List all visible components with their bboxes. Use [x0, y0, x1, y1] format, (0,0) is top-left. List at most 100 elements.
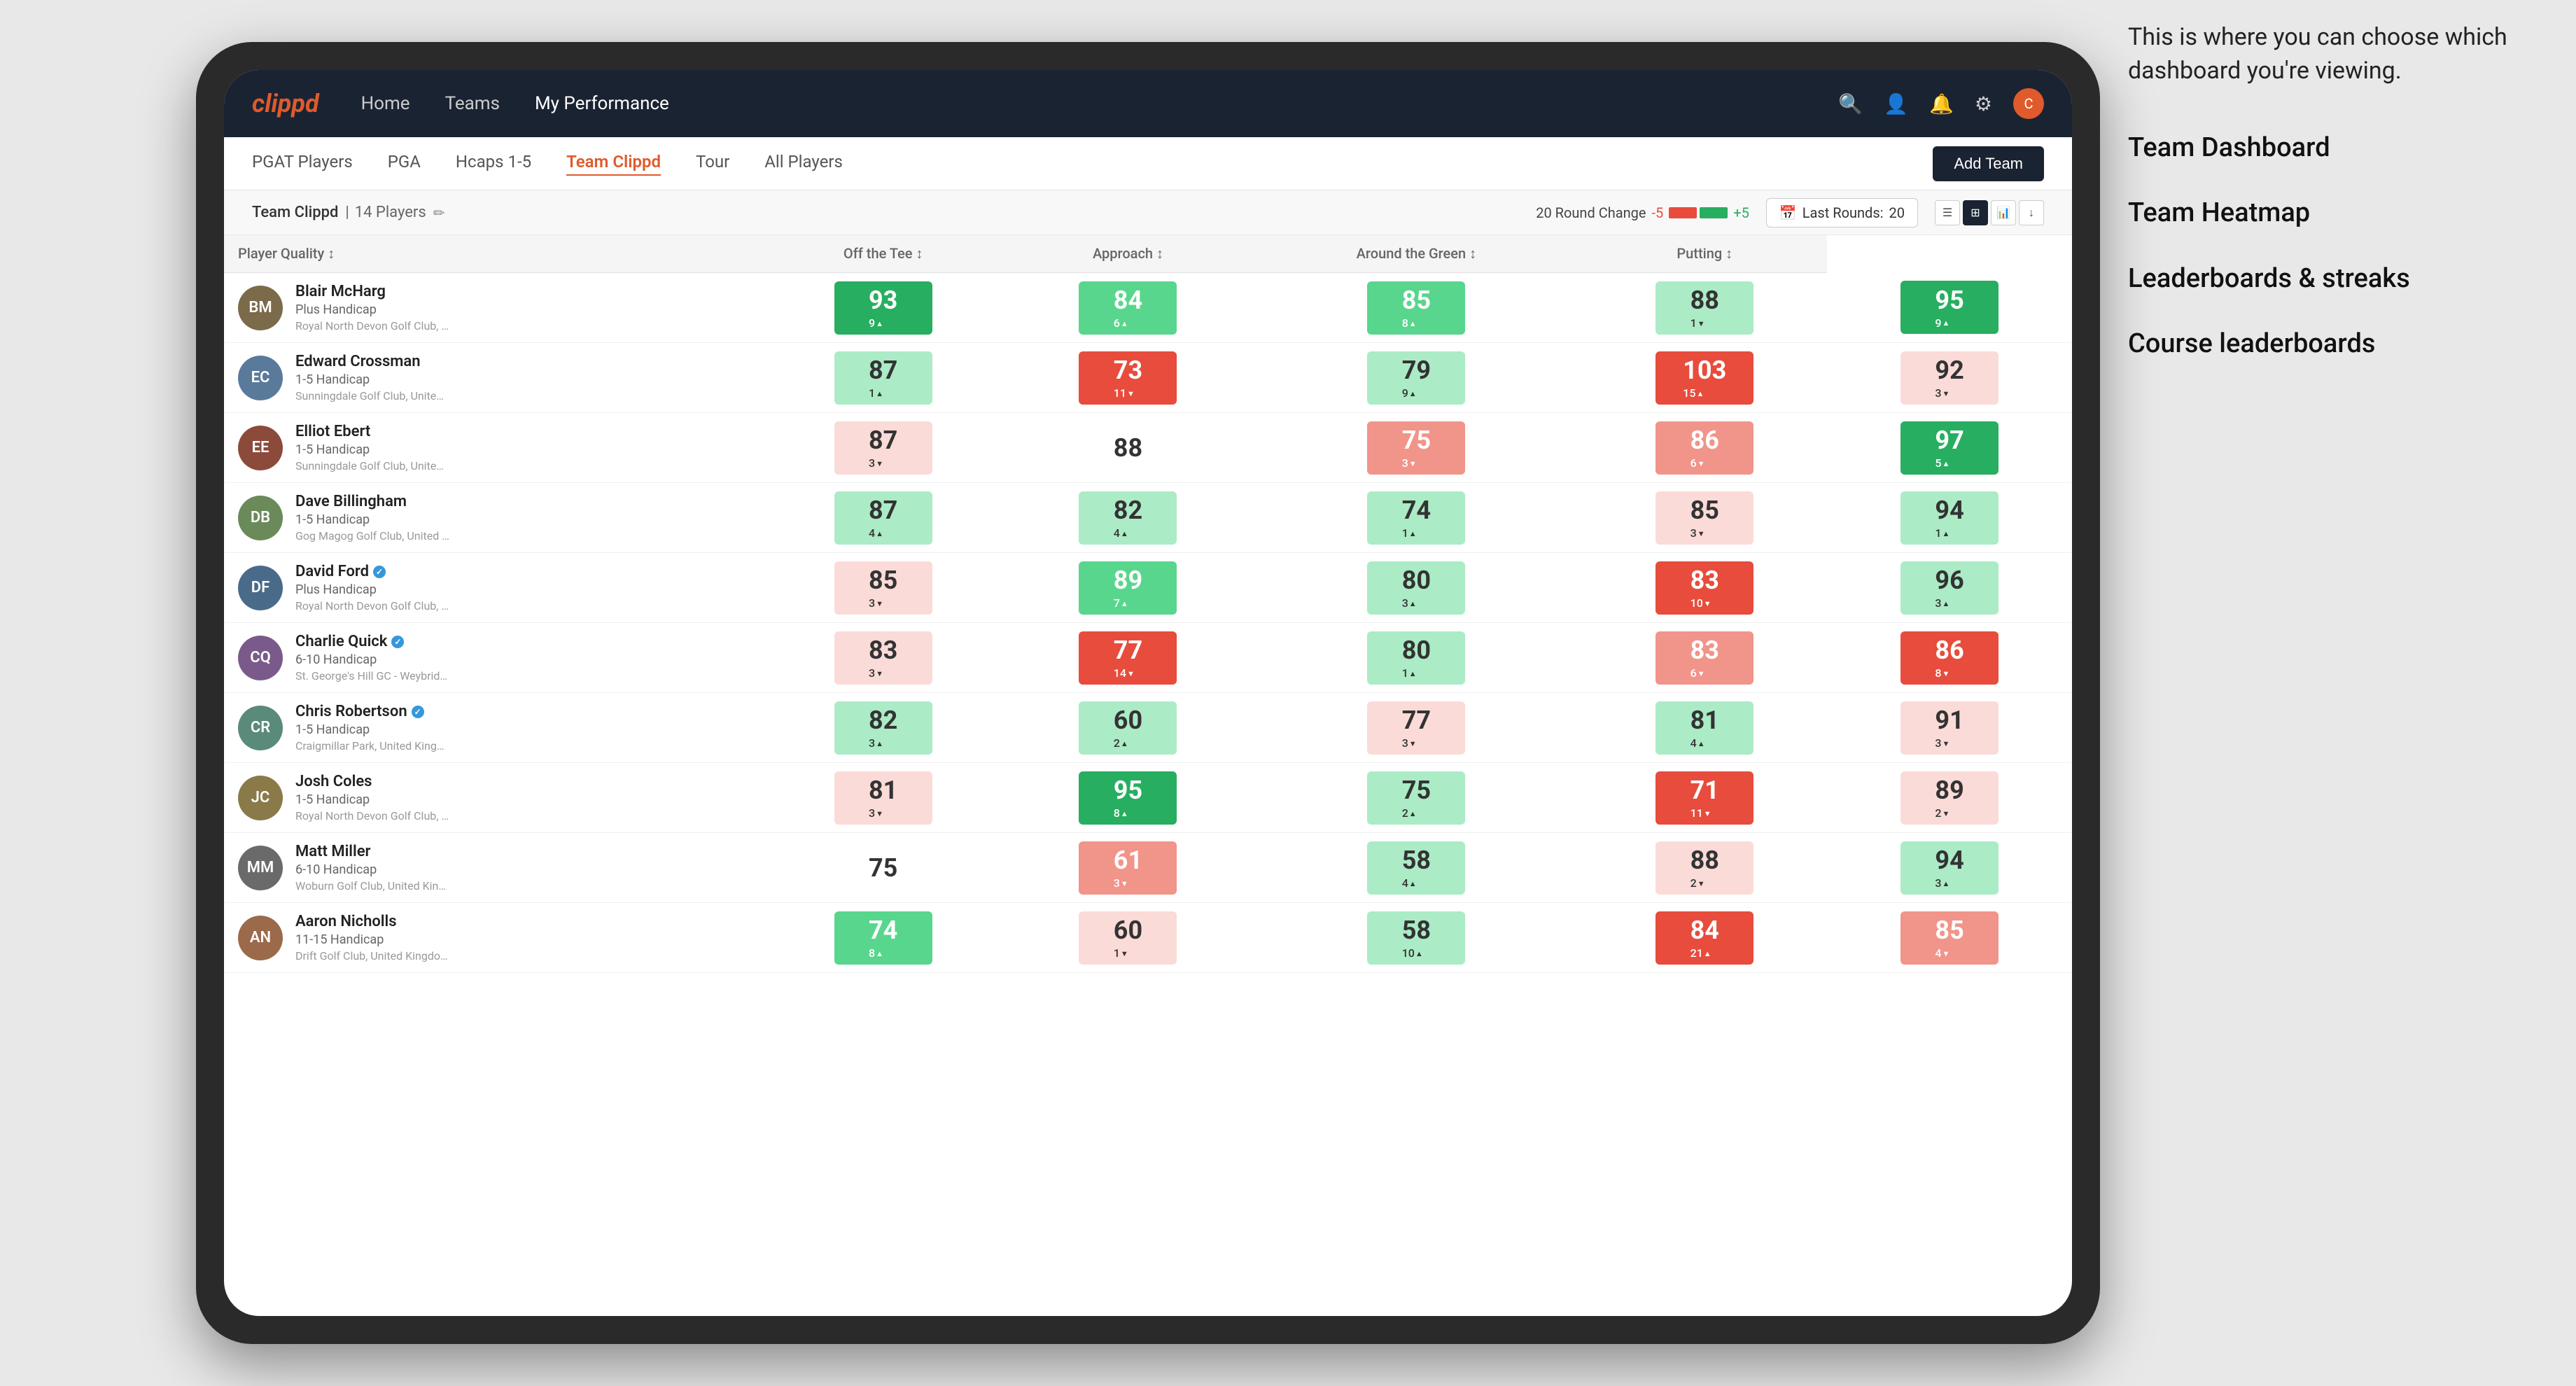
col-approach[interactable]: Approach ↕ [1006, 235, 1251, 273]
stat-cell-r2-c1: 88 [1006, 413, 1251, 483]
stat-change: 14 [1114, 666, 1135, 680]
stat-cell-r3-c3: 85 3 [1582, 483, 1827, 553]
annotation-item: Team Dashboard [2128, 130, 2534, 167]
player-cell-5[interactable]: CQ Charlie Quick ✓ 6-10 Handicap St. Geo… [224, 623, 761, 693]
stat-change: 3 [869, 666, 883, 680]
stat-value: 85 [1402, 286, 1431, 315]
stat-box: 60 1 [1079, 911, 1177, 965]
stat-cell-r1-c3: 103 15 [1582, 343, 1827, 413]
stat-sub: 103 15 [1683, 356, 1726, 400]
tablet-screen: clippd Home Teams My Performance 🔍 👤 🔔 ⚙… [224, 70, 2072, 1316]
stat-change: 9 [1935, 316, 1949, 330]
sub-nav-tour[interactable]: Tour [696, 152, 729, 176]
player-avatar: DF [238, 566, 283, 610]
player-cell-3[interactable]: DB Dave Billingham 1-5 Handicap Gog Mago… [224, 483, 761, 553]
stat-change: 4 [1935, 946, 1949, 960]
stat-sub: 95 8 [1114, 776, 1142, 820]
stat-cell-r8-c3: 88 2 [1582, 833, 1827, 903]
player-cell-4[interactable]: DF David Ford ✓ Plus Handicap Royal Nort… [224, 553, 761, 623]
stat-sub: 80 1 [1402, 636, 1431, 680]
search-icon[interactable]: 🔍 [1838, 92, 1863, 115]
annotation-item: Course leaderboards [2128, 326, 2534, 363]
stat-cell-r9-c4: 85 4 [1827, 903, 2072, 973]
stat-change: 1 [1935, 526, 1949, 540]
heatmap-view-button[interactable]: ⊞ [1963, 200, 1988, 225]
settings-icon[interactable]: ⚙ [1975, 92, 1992, 115]
stat-change: 3 [1402, 456, 1417, 470]
edit-icon[interactable]: ✏ [433, 204, 445, 221]
add-team-button[interactable]: Add Team [1933, 146, 2044, 181]
stat-value: 71 [1690, 776, 1719, 805]
stat-box: 87 4 [834, 491, 932, 545]
sub-nav-hcaps[interactable]: Hcaps 1-5 [456, 152, 531, 176]
stat-value: 97 [1935, 426, 1963, 455]
stat-box: 80 3 [1367, 561, 1465, 615]
stat-sub: 91 3 [1935, 706, 1963, 750]
stat-value: 75 [1402, 776, 1431, 805]
stat-box: 86 6 [1656, 421, 1754, 475]
stat-box: 61 3 [1079, 841, 1177, 895]
player-cell-8[interactable]: MM Matt Miller 6-10 Handicap Woburn Golf… [224, 833, 761, 903]
stat-sub: 58 4 [1402, 846, 1431, 890]
user-icon[interactable]: 👤 [1884, 92, 1908, 115]
sub-nav-team-clippd[interactable]: Team Clippd [566, 152, 661, 176]
col-off-tee[interactable]: Off the Tee ↕ [761, 235, 1006, 273]
nav-link-home[interactable]: Home [361, 93, 410, 114]
player-cell-6[interactable]: CR Chris Robertson ✓ 1-5 Handicap Craigm… [224, 693, 761, 763]
player-handicap: 11-15 Handicap [295, 932, 449, 947]
chart-view-button[interactable]: 📊 [1991, 200, 2016, 225]
stat-box: 92 3 [1900, 351, 1998, 405]
player-cell-9[interactable]: AN Aaron Nicholls 11-15 Handicap Drift G… [224, 903, 761, 973]
stat-box: 82 4 [1079, 491, 1177, 545]
annotation-area: This is where you can choose which dashb… [2128, 21, 2534, 391]
stat-cell-r3-c4: 94 1 [1827, 483, 2072, 553]
player-avatar: BM [238, 286, 283, 330]
last-rounds-button[interactable]: 📅 Last Rounds: 20 [1766, 198, 1918, 227]
player-club: Sunningdale Golf Club, United Kingdom [295, 389, 449, 402]
col-putting[interactable]: Putting ↕ [1582, 235, 1827, 273]
player-club: Royal North Devon Golf Club, United King… [295, 599, 449, 612]
sub-nav-pga[interactable]: PGA [388, 152, 421, 176]
team-header: Team Clippd | 14 Players ✏ 20 Round Chan… [224, 190, 2072, 235]
stat-cell-r6-c3: 81 4 [1582, 693, 1827, 763]
nav-links: Home Teams My Performance [361, 93, 1839, 114]
sub-nav-all-players[interactable]: All Players [764, 152, 843, 176]
player-cell-2[interactable]: EE Elliot Ebert 1-5 Handicap Sunningdale… [224, 413, 761, 483]
player-club: Craigmillar Park, United Kingdom [295, 739, 449, 752]
stat-change: 9 [1402, 386, 1417, 400]
stat-cell-r6-c4: 91 3 [1827, 693, 2072, 763]
stat-box: 89 2 [1900, 771, 1998, 825]
stat-sub: 81 3 [869, 776, 897, 820]
stat-change: 11 [1114, 386, 1135, 400]
nav-link-teams[interactable]: Teams [445, 93, 500, 114]
download-button[interactable]: ↓ [2019, 200, 2044, 225]
col-around-green[interactable]: Around the Green ↕ [1250, 235, 1582, 273]
annotation-text: This is where you can choose which dashb… [2128, 21, 2534, 88]
sub-nav-pgat[interactable]: PGAT Players [252, 152, 353, 176]
stat-box: 96 3 [1900, 561, 1998, 615]
stat-value: 87 [869, 426, 897, 455]
stat-sub: 88 [1114, 433, 1142, 463]
stat-sub: 85 8 [1402, 286, 1431, 330]
stat-value: 94 [1935, 496, 1963, 525]
stat-box: 103 15 [1656, 351, 1754, 405]
stat-sub: 58 10 [1402, 916, 1431, 960]
player-info: Elliot Ebert 1-5 Handicap Sunningdale Go… [295, 423, 449, 472]
stat-cell-r5-c1: 77 14 [1006, 623, 1251, 693]
stat-sub: 71 11 [1690, 776, 1719, 820]
stat-value: 58 [1402, 846, 1431, 875]
player-cell-0[interactable]: BM Blair McHarg Plus Handicap Royal Nort… [224, 273, 761, 343]
avatar[interactable]: C [2013, 88, 2044, 119]
stat-box: 84 6 [1079, 281, 1177, 335]
nav-link-my-performance[interactable]: My Performance [535, 93, 669, 114]
bell-icon[interactable]: 🔔 [1929, 92, 1954, 115]
stat-value: 86 [1935, 636, 1963, 665]
stat-cell-r4-c1: 89 7 [1006, 553, 1251, 623]
stat-value: 96 [1935, 566, 1963, 595]
player-club: Royal North Devon Golf Club, United King… [295, 319, 449, 332]
team-separator: | [345, 204, 349, 221]
grid-view-button[interactable]: ☰ [1935, 200, 1960, 225]
player-cell-7[interactable]: JC Josh Coles 1-5 Handicap Royal North D… [224, 763, 761, 833]
stat-cell-r1-c2: 79 9 [1250, 343, 1582, 413]
player-cell-1[interactable]: EC Edward Crossman 1-5 Handicap Sunningd… [224, 343, 761, 413]
